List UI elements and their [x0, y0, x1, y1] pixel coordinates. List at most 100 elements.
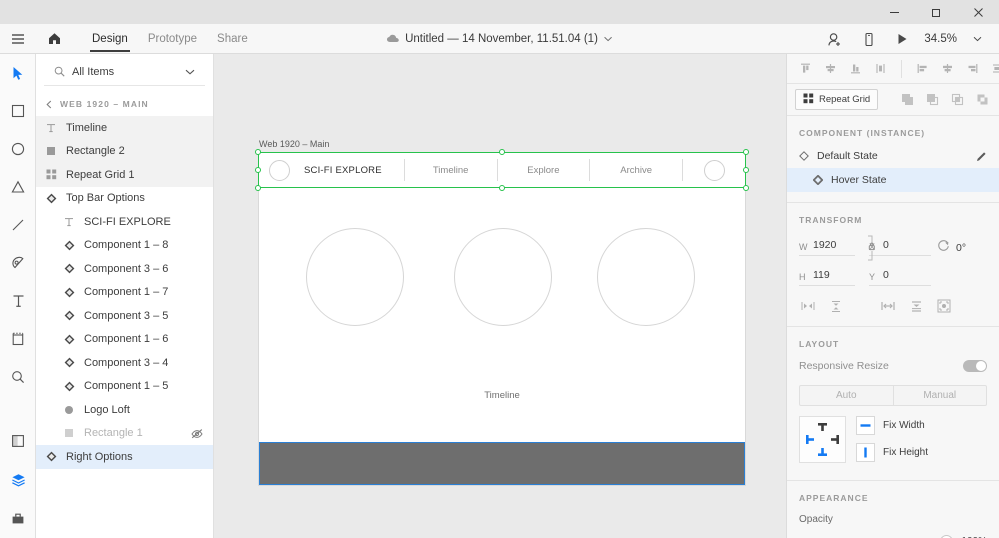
component-state-default[interactable]: Default State	[787, 144, 999, 168]
layer-row[interactable]: Component 3 – 6	[36, 257, 213, 281]
layer-row[interactable]: Component 3 – 4	[36, 351, 213, 375]
selection-handle[interactable]	[743, 167, 749, 173]
line-tool[interactable]	[0, 206, 36, 244]
layer-row[interactable]: Component 1 – 5	[36, 375, 213, 399]
intersect-icon[interactable]	[946, 89, 968, 111]
nav-item-timeline[interactable]: Timeline	[405, 165, 497, 176]
select-tool[interactable]	[0, 54, 36, 92]
selection-handle[interactable]	[255, 149, 261, 155]
footer-rectangle[interactable]	[259, 442, 745, 485]
restore-icon[interactable]	[915, 0, 957, 24]
zoom-tool[interactable]	[0, 358, 36, 396]
layer-list: Timeline Rectangle 2 Repeat Grid 1 Top Bar …	[36, 116, 213, 469]
ellipse-tool[interactable]	[0, 130, 36, 168]
nav-item-explore[interactable]: Explore	[498, 165, 590, 176]
exclude-icon[interactable]	[971, 89, 993, 111]
tab-share[interactable]: Share	[207, 24, 258, 54]
selection-handle[interactable]	[743, 185, 749, 191]
close-icon[interactable]	[957, 0, 999, 24]
home-icon[interactable]	[36, 24, 72, 54]
layer-row[interactable]: Rectangle 1	[36, 422, 213, 446]
fix-width-row[interactable]: Fix Width	[856, 416, 928, 435]
selection-handle[interactable]	[499, 149, 505, 155]
text-tool[interactable]	[0, 282, 36, 320]
layers-search[interactable]: All Items	[44, 58, 205, 86]
layer-row[interactable]: Component 1 – 8	[36, 234, 213, 258]
constraints-widget[interactable]	[799, 416, 846, 463]
nav-item-archive[interactable]: Archive	[590, 165, 682, 176]
selection-handle[interactable]	[255, 185, 261, 191]
layer-row[interactable]: Logo Loft	[36, 398, 213, 422]
adobe-xd-window: Design Prototype Share Untitled — 14 Nov…	[0, 0, 999, 538]
x-field[interactable]: X 0	[869, 239, 931, 256]
repeat-grid-button[interactable]: Repeat Grid	[795, 89, 879, 110]
align-top-icon[interactable]	[793, 57, 818, 81]
resize-mode-auto[interactable]: Auto	[800, 386, 893, 405]
resize-mode-manual[interactable]: Manual	[892, 386, 987, 405]
width-field[interactable]: W 1920	[799, 239, 855, 256]
document-title[interactable]: Untitled — 14 November, 11.51.04 (1)	[386, 33, 613, 45]
layer-label: Top Bar Options	[66, 192, 145, 205]
lock-aspect-icon[interactable]	[859, 235, 875, 266]
device-preview-icon[interactable]	[852, 24, 884, 54]
artboard-web-1920-main[interactable]: SCI-FI EXPLORE Timeline Explore Archive …	[259, 153, 745, 485]
selection-handle[interactable]	[499, 185, 505, 191]
layer-row[interactable]: Repeat Grid 1	[36, 163, 213, 187]
plugins-panel-button[interactable]	[0, 499, 36, 538]
layer-row[interactable]: Right Options	[36, 445, 213, 469]
distribute-horizontal-icon[interactable]	[985, 57, 999, 81]
layer-row[interactable]: Component 3 – 5	[36, 304, 213, 328]
edit-pencil-icon[interactable]	[976, 144, 987, 168]
distribute-vertical-icon[interactable]	[868, 57, 893, 81]
eye-off-icon[interactable]	[191, 422, 203, 446]
fit-icon[interactable]	[933, 296, 955, 316]
layer-row[interactable]: Top Bar Options	[36, 187, 213, 211]
chevron-down-icon[interactable]	[604, 36, 613, 42]
minimize-icon[interactable]	[873, 0, 915, 24]
assets-panel-button[interactable]	[0, 421, 36, 460]
polygon-tool[interactable]	[0, 168, 36, 206]
align-h-icon[interactable]	[877, 296, 899, 316]
rectangle-tool[interactable]	[0, 92, 36, 130]
align-bottom-icon[interactable]	[843, 57, 868, 81]
selection-handle[interactable]	[255, 167, 261, 173]
align-middle-icon[interactable]	[818, 57, 843, 81]
component-state-hover[interactable]: Hover State	[787, 168, 999, 192]
component-icon	[64, 240, 84, 251]
layers-panel-button[interactable]	[0, 460, 36, 499]
zoom-level[interactable]: 34.5%	[920, 33, 959, 45]
hamburger-menu-icon[interactable]	[0, 24, 36, 54]
rotation-field[interactable]: 0°	[937, 239, 966, 257]
add-icon[interactable]	[896, 89, 918, 111]
pen-tool[interactable]	[0, 244, 36, 282]
tab-design[interactable]: Design	[82, 24, 138, 54]
fix-height-row[interactable]: Fix Height	[856, 443, 928, 462]
height-field[interactable]: H 119	[799, 269, 855, 286]
align-center-icon[interactable]	[935, 57, 960, 81]
align-right-icon[interactable]	[960, 57, 985, 81]
canvas-area[interactable]: Web 1920 – Main SCI-FI EXPLORE Timeline …	[214, 54, 786, 538]
play-icon[interactable]	[886, 24, 918, 54]
zoom-chevron-down-icon[interactable]	[961, 24, 993, 54]
layer-row[interactable]: Component 1 – 7	[36, 281, 213, 305]
chevron-left-icon[interactable]	[46, 100, 52, 109]
flip-vertical-icon[interactable]	[825, 296, 847, 316]
layer-row[interactable]: Rectangle 2	[36, 139, 213, 163]
flip-horizontal-icon[interactable]	[797, 296, 819, 316]
layers-group-header[interactable]: WEB 1920 – MAIN	[36, 92, 213, 116]
artboard-tool[interactable]	[0, 320, 36, 358]
y-field[interactable]: Y 0	[869, 269, 931, 286]
align-v-icon[interactable]	[905, 296, 927, 316]
artboard-top-bar[interactable]: SCI-FI EXPLORE Timeline Explore Archive	[259, 153, 745, 187]
invite-icon[interactable]	[818, 24, 850, 54]
align-left-icon[interactable]	[910, 57, 935, 81]
chevron-down-icon[interactable]	[185, 69, 195, 75]
layer-row[interactable]: SCI-FI EXPLORE	[36, 210, 213, 234]
layer-row[interactable]: Component 1 – 6	[36, 328, 213, 352]
responsive-resize-toggle[interactable]	[963, 360, 987, 372]
layer-row[interactable]: Timeline	[36, 116, 213, 140]
subtract-icon[interactable]	[921, 89, 943, 111]
artboard-name-label[interactable]: Web 1920 – Main	[259, 139, 329, 149]
tab-prototype[interactable]: Prototype	[138, 24, 207, 54]
selection-handle[interactable]	[743, 149, 749, 155]
